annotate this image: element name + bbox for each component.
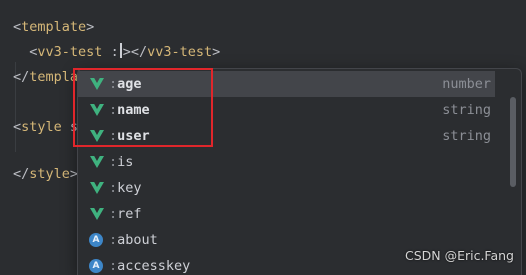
vue-icon xyxy=(88,179,106,197)
completion-type: string xyxy=(442,128,491,144)
completion-type: string xyxy=(442,102,491,118)
vue-icon xyxy=(88,153,106,171)
completion-item[interactable]: :key xyxy=(78,175,495,201)
tag-bracket: > xyxy=(122,44,131,60)
vue-icon xyxy=(88,205,106,223)
attribute-text: : xyxy=(110,44,119,60)
attribute-icon: A xyxy=(89,233,103,247)
tag-name: vv3-test xyxy=(147,44,213,60)
tag-bracket: < xyxy=(13,19,22,35)
tag-bracket: </ xyxy=(13,166,30,182)
completion-label: :key xyxy=(109,180,142,196)
completion-type: number xyxy=(442,76,491,92)
tag-bracket: </ xyxy=(130,44,148,60)
watermark: CSDN @Eric.Fang xyxy=(404,248,514,263)
tag-name: style xyxy=(29,166,70,182)
code-line-4[interactable]: <style s xyxy=(13,116,78,138)
completion-label: :about xyxy=(109,232,158,248)
tag-bracket: </ xyxy=(13,69,30,85)
code-line-1[interactable]: <template> xyxy=(13,16,94,38)
tag-name: style xyxy=(21,119,62,135)
completion-label: :is xyxy=(109,154,134,170)
text-caret xyxy=(119,43,122,58)
tag-name: template xyxy=(21,19,87,35)
tag-name: vv3-test xyxy=(37,44,103,60)
completion-item[interactable]: :ref xyxy=(78,201,495,227)
completion-label: :accesskey xyxy=(109,258,191,274)
code-line-2[interactable]: <vv3-test : ></vv3-test> xyxy=(13,41,220,63)
tag-bracket: > xyxy=(86,19,95,35)
popup-scrollbar[interactable] xyxy=(510,97,516,187)
code-line-5[interactable]: </style> xyxy=(13,163,78,185)
annotation-highlight-box xyxy=(73,68,213,147)
tag-bracket: > xyxy=(212,44,221,60)
tag-bracket: < xyxy=(13,119,22,135)
completion-item[interactable]: :is xyxy=(78,149,495,175)
attribute-icon: A xyxy=(89,259,103,273)
completion-label: :ref xyxy=(109,206,142,222)
